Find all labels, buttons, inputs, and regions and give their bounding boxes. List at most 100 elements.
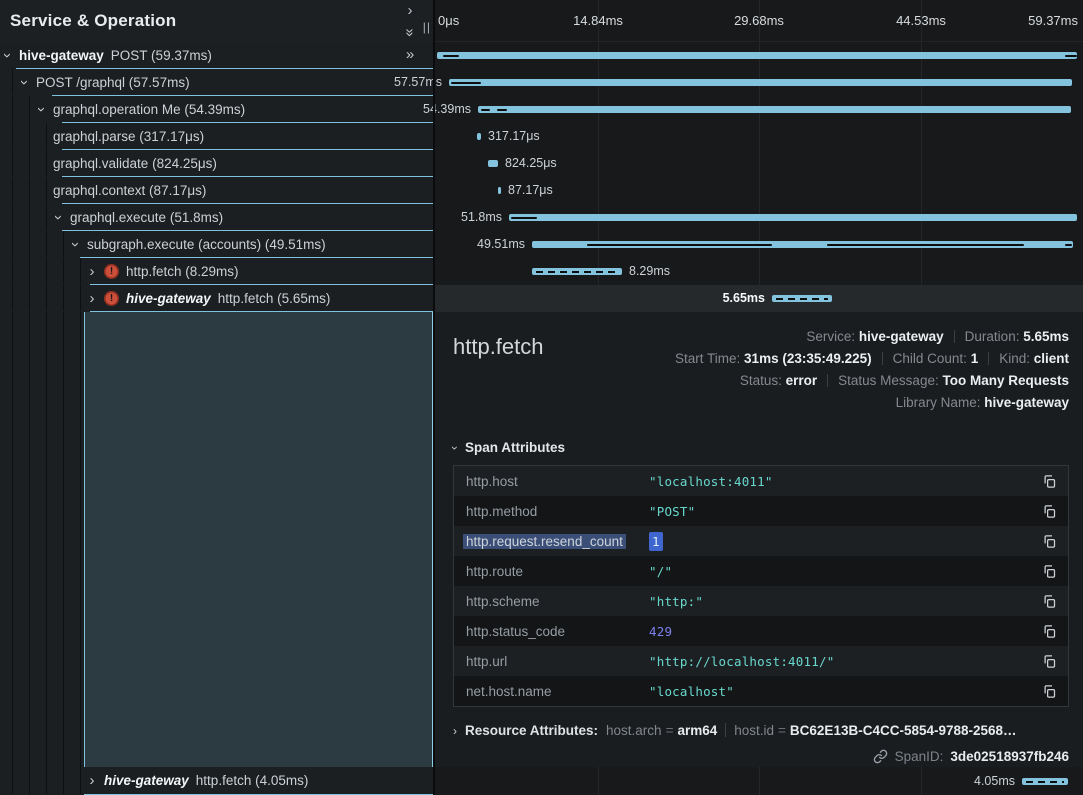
attribute-value: "localhost" [649,684,1030,699]
timeline-row [435,42,1083,69]
tree-row[interactable]: graphql.parse (317.17μs) [0,123,433,150]
chevron-down-icon[interactable]: › [36,102,46,117]
span-bar[interactable] [509,214,1077,221]
tree-row[interactable]: › graphql.execute (51.8ms) [0,204,433,231]
timeline-row-bottom[interactable]: 4.05ms [435,767,1083,795]
indent-guide [29,231,30,257]
panel-divider[interactable] [433,0,435,795]
chevron-right-icon: › [453,725,457,737]
resource-separator [725,723,726,737]
span-bar[interactable] [437,52,1077,59]
tree-row[interactable]: graphql.validate (824.25μs) [0,150,433,177]
tree-row-bottom[interactable]: ›hive-gatewayhttp.fetch (4.05ms) [0,767,433,795]
span-bar[interactable] [532,268,622,275]
attribute-key: http.host [454,474,649,489]
copy-button[interactable] [1030,534,1068,549]
chevron-down-icon[interactable]: › [53,210,63,225]
attribute-value: 429 [649,624,1030,639]
panel-resize-handle[interactable]: || [423,20,431,34]
child-span-mark [511,217,537,220]
attribute-row: http.request.resend_count1 [454,526,1068,556]
timeline-ruler: 0μs14.84ms29.68ms44.53ms59.37ms [435,0,1083,42]
chevron-down-icon: › [51,215,66,220]
copy-button[interactable] [1030,624,1068,639]
span-bar[interactable] [477,133,481,140]
overview-label: Duration: [965,329,1024,344]
chevron-right-icon[interactable]: › [87,264,97,279]
span-bar[interactable] [488,160,498,167]
resource-attributes-row[interactable]: › Resource Attributes: host.arch=arm64ho… [453,723,1069,738]
span-bar[interactable] [1022,778,1068,785]
tree-row[interactable]: ›hive-gatewayPOST (59.37ms) [0,42,433,69]
span-bar[interactable] [478,106,1071,113]
selected-text: 1 [649,532,663,551]
timeline-rows: 57.57ms54.39ms317.17μs824.25μs87.17μs51.… [435,42,1083,312]
indent-guide [29,767,30,794]
overview-line: Service: hive-gatewayDuration: 5.65ms [675,326,1069,348]
overview-line: Library Name: hive-gateway [675,392,1069,414]
chevron-down-icon[interactable]: › [2,48,12,63]
tree-row[interactable]: ›graphql.operation Me (54.39ms) [0,96,433,123]
tree-row[interactable]: ›!http.fetch (8.29ms) [0,258,433,285]
tree-row-selected[interactable]: ›!hive-gatewayhttp.fetch (5.65ms) [0,285,433,312]
timeline-row: 49.51ms [435,231,1083,258]
span-duration-label: 824.25μs [505,156,557,170]
tree-row[interactable]: graphql.context (87.17μs) [0,177,433,204]
ruler-tick-label: 44.53ms [896,13,946,28]
indent-guide [12,767,13,794]
span-operation-label: POST /graphql (57.57ms) [36,75,190,90]
span-duration-label: 87.17μs [508,183,553,197]
tree-row[interactable]: › POST /graphql (57.57ms) [0,69,433,96]
span-operation-label: graphql.execute (51.8ms) [70,210,223,225]
indent-guide [80,312,81,767]
resource-value: BC62E13B-C4CC-5854-9788-2568… [790,723,1017,738]
spanid-value: 3de02518937fb246 [950,749,1069,764]
selected-span-expansion-block[interactable] [84,312,433,767]
span-service-name: hive-gateway [104,773,189,788]
indent-guide [46,204,47,230]
link-icon[interactable] [873,749,888,764]
attribute-row: http.status_code429 [454,616,1068,646]
chevron-right-icon[interactable]: › [87,291,97,306]
copy-button[interactable] [1030,504,1068,519]
indent-guide [46,177,47,203]
indent-guide [80,258,81,284]
indent-guide [12,150,13,176]
chevron-down-icon: › [449,446,461,450]
copy-button[interactable] [1030,564,1068,579]
child-span-mark [481,109,490,112]
copy-button[interactable] [1030,684,1068,699]
span-bar[interactable] [498,187,501,194]
copy-icon [1042,504,1057,519]
indent-guide [46,231,47,257]
indent-guide [12,96,13,122]
collapse-all-icon[interactable]: » [399,21,421,43]
copy-icon [1042,624,1057,639]
chevron-down-icon[interactable]: › [19,75,29,90]
tree-row[interactable]: ›subgraph.execute (accounts) (49.51ms) [0,231,433,258]
span-detail-overview: Service: hive-gatewayDuration: 5.65ms Sta… [675,326,1069,414]
span-attributes-header[interactable]: › Span Attributes [453,440,1069,455]
chevron-right-icon: › [408,3,413,18]
indent-guide [12,69,13,95]
chevron-down-icon: › [68,242,83,247]
indent-guide [29,123,30,149]
overview-label: Library Name: [896,395,985,410]
overview-separator [988,352,989,365]
expand-one-icon[interactable]: › [399,0,421,21]
timeline-row: 87.17μs [435,177,1083,204]
chevron-right-icon[interactable]: › [87,773,97,788]
child-marks [1026,781,1064,783]
indent-guide [29,258,30,284]
copy-button[interactable] [1030,654,1068,669]
copy-icon [1042,684,1057,699]
timeline-row: 5.65ms [435,285,1083,312]
overview-label: Status: [740,373,786,388]
span-bar[interactable] [449,79,1072,86]
chevron-down-icon[interactable]: › [70,237,80,252]
copy-button[interactable] [1030,594,1068,609]
overview-label: Kind: [999,351,1034,366]
span-bar[interactable] [772,295,832,302]
overview-value: 31ms (23:35:49.225) [744,351,872,366]
copy-button[interactable] [1030,474,1068,489]
